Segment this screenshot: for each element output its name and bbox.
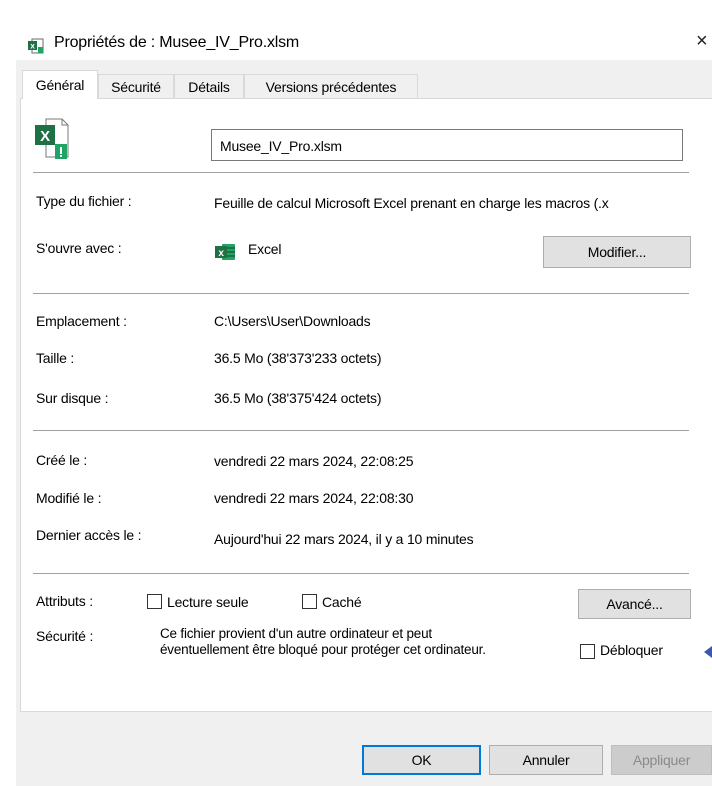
excel-app-icon: x <box>215 244 235 260</box>
disk-size-value: 36.5 Mo (38'375'424 octets) <box>214 390 382 406</box>
unblock-label[interactable]: Débloquer <box>600 642 663 658</box>
tab-previous-versions[interactable]: Versions précédentes <box>244 74 418 98</box>
location-value: C:\Users\User\Downloads <box>214 313 371 329</box>
location-label: Emplacement : <box>36 313 127 329</box>
file-type-label: Type du fichier : <box>36 193 132 209</box>
size-label: Taille : <box>36 350 75 366</box>
tab-general[interactable]: Général <box>22 70 98 99</box>
change-button[interactable]: Modifier... <box>543 236 691 268</box>
security-message-line-1: Ce fichier provient d'un autre ordinateu… <box>160 626 432 641</box>
opens-with-label: S'ouvre avec : <box>36 240 122 256</box>
accessed-value: Aujourd'hui 22 mars 2024, il y a 10 minu… <box>214 531 474 547</box>
created-value: vendredi 22 mars 2024, 22:08:25 <box>214 453 414 469</box>
title-bar: x Propriétés de : Musee_IV_Pro.xlsm × <box>0 10 712 60</box>
divider <box>33 430 689 432</box>
hidden-checkbox[interactable] <box>302 594 317 609</box>
excel-macro-file-icon: X <box>35 118 69 159</box>
readonly-checkbox[interactable] <box>147 594 162 609</box>
attributes-label: Attributs : <box>36 593 93 609</box>
cancel-button[interactable]: Annuler <box>489 745 603 775</box>
apply-button[interactable]: Appliquer <box>611 745 712 775</box>
disk-size-label: Sur disque : <box>36 390 109 406</box>
unblock-checkbox[interactable] <box>580 644 595 659</box>
security-label: Sécurité : <box>36 628 94 644</box>
modified-label: Modifié le : <box>36 490 102 506</box>
tab-security[interactable]: Sécurité <box>98 74 174 98</box>
advanced-button[interactable]: Avancé... <box>578 589 691 619</box>
ok-button[interactable]: OK <box>362 745 481 775</box>
window-title: Propriétés de : Musee_IV_Pro.xlsm <box>54 34 300 51</box>
created-label: Créé le : <box>36 452 88 468</box>
opens-with-value: Excel <box>248 241 282 257</box>
close-icon[interactable]: × <box>696 30 708 53</box>
excel-file-icon: x <box>28 38 44 54</box>
readonly-label[interactable]: Lecture seule <box>167 594 249 610</box>
tab-details[interactable]: Détails <box>174 74 244 98</box>
file-name-input[interactable]: Musee_IV_Pro.xlsm <box>211 129 683 161</box>
svg-text:X: X <box>40 128 50 145</box>
svg-text:x: x <box>218 248 224 259</box>
security-message-line-2: éventuellement être bloqué pour protéger… <box>160 642 486 657</box>
size-value: 36.5 Mo (38'373'233 octets) <box>214 350 382 366</box>
accessed-label: Dernier accès le : <box>36 527 142 543</box>
divider <box>33 293 689 295</box>
divider <box>33 573 689 575</box>
modified-value: vendredi 22 mars 2024, 22:08:30 <box>214 490 414 506</box>
pointer-arrow-icon <box>704 646 712 658</box>
file-type-value: Feuille de calcul Microsoft Excel prenan… <box>214 195 609 211</box>
divider <box>33 172 689 174</box>
hidden-label[interactable]: Caché <box>322 594 362 610</box>
